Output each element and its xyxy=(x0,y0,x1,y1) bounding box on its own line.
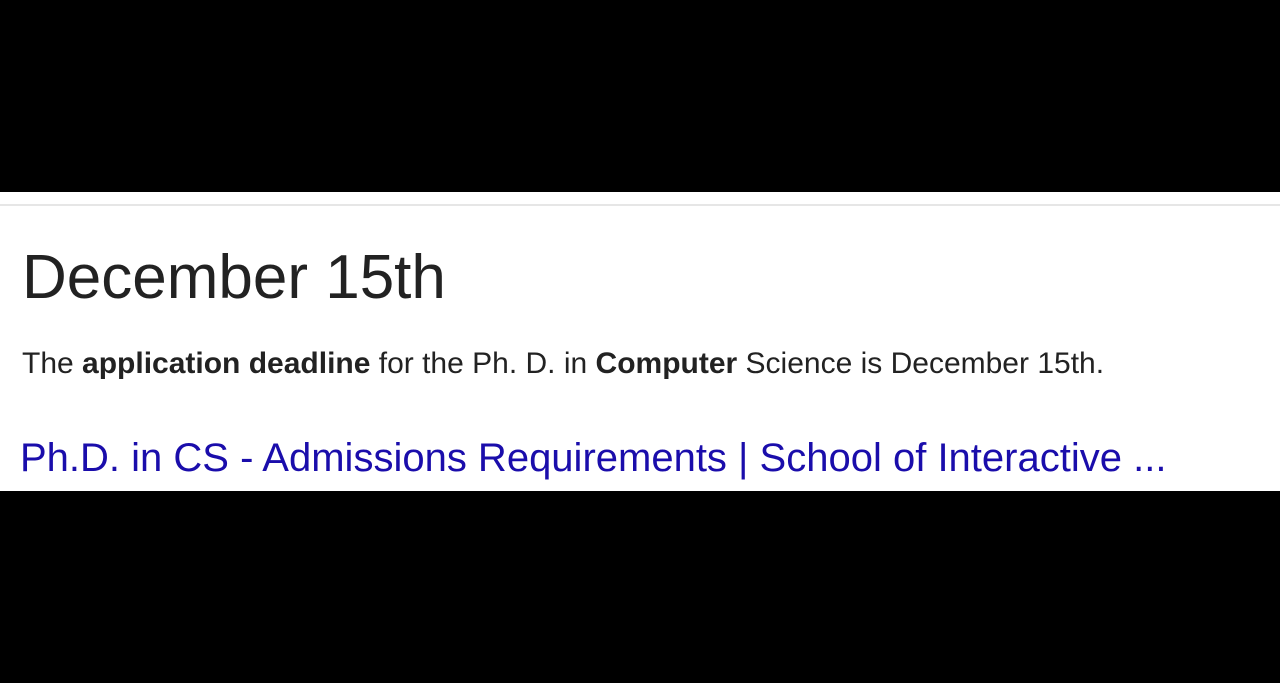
divider xyxy=(0,204,1280,206)
bottom-black-bar xyxy=(0,491,1280,683)
top-black-bar xyxy=(0,0,1280,192)
description-highlight: Computer xyxy=(595,347,738,380)
description-text: for the Ph. D. in xyxy=(370,347,596,380)
featured-snippet: December 15th The application deadline f… xyxy=(0,192,1280,491)
description-text: Science is December 15th. xyxy=(737,347,1105,380)
description-highlight: application deadline xyxy=(82,347,371,380)
snippet-description: The application deadline for the Ph. D. … xyxy=(22,344,1104,384)
description-text: The xyxy=(22,347,83,380)
result-title-link[interactable]: Ph.D. in CS - Admissions Requirements | … xyxy=(20,432,1166,484)
snippet-answer: December 15th xyxy=(22,243,446,312)
